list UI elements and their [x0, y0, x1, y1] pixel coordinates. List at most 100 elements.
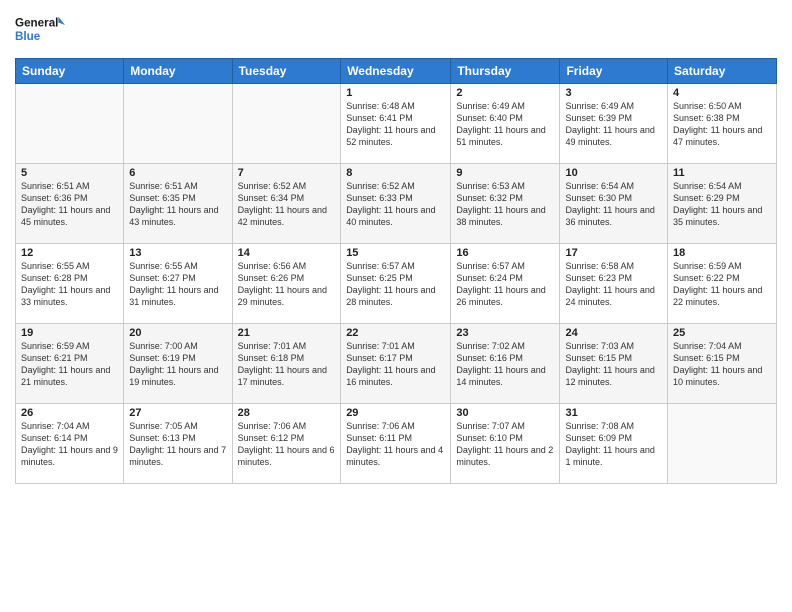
day-info: Sunrise: 7:04 AM Sunset: 6:14 PM Dayligh… — [21, 420, 118, 469]
week-row-4: 19Sunrise: 6:59 AM Sunset: 6:21 PM Dayli… — [16, 324, 777, 404]
day-number: 1 — [346, 87, 445, 99]
calendar-cell: 18Sunrise: 6:59 AM Sunset: 6:22 PM Dayli… — [668, 244, 777, 324]
calendar-cell: 31Sunrise: 7:08 AM Sunset: 6:09 PM Dayli… — [560, 404, 668, 484]
day-info: Sunrise: 6:57 AM Sunset: 6:25 PM Dayligh… — [346, 260, 445, 309]
calendar-cell: 2Sunrise: 6:49 AM Sunset: 6:40 PM Daylig… — [451, 84, 560, 164]
col-header-friday: Friday — [560, 59, 668, 84]
day-info: Sunrise: 6:51 AM Sunset: 6:36 PM Dayligh… — [21, 180, 118, 229]
day-number: 4 — [673, 87, 771, 99]
svg-text:General: General — [15, 17, 58, 30]
calendar-cell: 29Sunrise: 7:06 AM Sunset: 6:11 PM Dayli… — [341, 404, 451, 484]
day-number: 25 — [673, 327, 771, 339]
col-header-wednesday: Wednesday — [341, 59, 451, 84]
calendar-cell: 13Sunrise: 6:55 AM Sunset: 6:27 PM Dayli… — [124, 244, 232, 324]
day-info: Sunrise: 6:49 AM Sunset: 6:40 PM Dayligh… — [456, 100, 554, 149]
day-info: Sunrise: 7:06 AM Sunset: 6:11 PM Dayligh… — [346, 420, 445, 469]
day-info: Sunrise: 6:50 AM Sunset: 6:38 PM Dayligh… — [673, 100, 771, 149]
calendar-cell: 25Sunrise: 7:04 AM Sunset: 6:15 PM Dayli… — [668, 324, 777, 404]
calendar-cell: 30Sunrise: 7:07 AM Sunset: 6:10 PM Dayli… — [451, 404, 560, 484]
day-number: 31 — [565, 407, 662, 419]
day-number: 15 — [346, 247, 445, 259]
day-info: Sunrise: 6:59 AM Sunset: 6:21 PM Dayligh… — [21, 340, 118, 389]
day-number: 19 — [21, 327, 118, 339]
calendar-cell: 17Sunrise: 6:58 AM Sunset: 6:23 PM Dayli… — [560, 244, 668, 324]
calendar-cell: 20Sunrise: 7:00 AM Sunset: 6:19 PM Dayli… — [124, 324, 232, 404]
day-info: Sunrise: 6:54 AM Sunset: 6:30 PM Dayligh… — [565, 180, 662, 229]
calendar-cell: 6Sunrise: 6:51 AM Sunset: 6:35 PM Daylig… — [124, 164, 232, 244]
calendar-cell: 26Sunrise: 7:04 AM Sunset: 6:14 PM Dayli… — [16, 404, 124, 484]
day-number: 3 — [565, 87, 662, 99]
calendar-cell — [232, 84, 341, 164]
day-info: Sunrise: 6:54 AM Sunset: 6:29 PM Dayligh… — [673, 180, 771, 229]
calendar-cell: 16Sunrise: 6:57 AM Sunset: 6:24 PM Dayli… — [451, 244, 560, 324]
day-number: 9 — [456, 167, 554, 179]
day-number: 5 — [21, 167, 118, 179]
day-info: Sunrise: 7:07 AM Sunset: 6:10 PM Dayligh… — [456, 420, 554, 469]
day-number: 13 — [129, 247, 226, 259]
page-header: General Blue — [15, 10, 777, 50]
calendar-cell — [16, 84, 124, 164]
day-info: Sunrise: 6:56 AM Sunset: 6:26 PM Dayligh… — [238, 260, 336, 309]
day-number: 24 — [565, 327, 662, 339]
day-number: 21 — [238, 327, 336, 339]
calendar-cell: 3Sunrise: 6:49 AM Sunset: 6:39 PM Daylig… — [560, 84, 668, 164]
day-number: 8 — [346, 167, 445, 179]
day-info: Sunrise: 6:57 AM Sunset: 6:24 PM Dayligh… — [456, 260, 554, 309]
calendar-cell: 1Sunrise: 6:48 AM Sunset: 6:41 PM Daylig… — [341, 84, 451, 164]
col-header-thursday: Thursday — [451, 59, 560, 84]
day-info: Sunrise: 6:55 AM Sunset: 6:27 PM Dayligh… — [129, 260, 226, 309]
logo: General Blue — [15, 10, 65, 50]
day-number: 11 — [673, 167, 771, 179]
calendar-cell: 14Sunrise: 6:56 AM Sunset: 6:26 PM Dayli… — [232, 244, 341, 324]
calendar-cell — [668, 404, 777, 484]
day-number: 30 — [456, 407, 554, 419]
calendar-cell: 15Sunrise: 6:57 AM Sunset: 6:25 PM Dayli… — [341, 244, 451, 324]
calendar-cell: 19Sunrise: 6:59 AM Sunset: 6:21 PM Dayli… — [16, 324, 124, 404]
day-number: 22 — [346, 327, 445, 339]
week-row-1: 1Sunrise: 6:48 AM Sunset: 6:41 PM Daylig… — [16, 84, 777, 164]
day-number: 2 — [456, 87, 554, 99]
day-info: Sunrise: 6:51 AM Sunset: 6:35 PM Dayligh… — [129, 180, 226, 229]
calendar-cell: 22Sunrise: 7:01 AM Sunset: 6:17 PM Dayli… — [341, 324, 451, 404]
day-number: 10 — [565, 167, 662, 179]
calendar-cell: 11Sunrise: 6:54 AM Sunset: 6:29 PM Dayli… — [668, 164, 777, 244]
day-number: 7 — [238, 167, 336, 179]
day-info: Sunrise: 6:49 AM Sunset: 6:39 PM Dayligh… — [565, 100, 662, 149]
calendar-cell: 5Sunrise: 6:51 AM Sunset: 6:36 PM Daylig… — [16, 164, 124, 244]
col-header-sunday: Sunday — [16, 59, 124, 84]
day-number: 20 — [129, 327, 226, 339]
day-number: 27 — [129, 407, 226, 419]
day-info: Sunrise: 7:01 AM Sunset: 6:17 PM Dayligh… — [346, 340, 445, 389]
week-row-2: 5Sunrise: 6:51 AM Sunset: 6:36 PM Daylig… — [16, 164, 777, 244]
day-info: Sunrise: 7:05 AM Sunset: 6:13 PM Dayligh… — [129, 420, 226, 469]
calendar-cell: 10Sunrise: 6:54 AM Sunset: 6:30 PM Dayli… — [560, 164, 668, 244]
day-number: 23 — [456, 327, 554, 339]
col-header-tuesday: Tuesday — [232, 59, 341, 84]
day-info: Sunrise: 6:52 AM Sunset: 6:34 PM Dayligh… — [238, 180, 336, 229]
day-info: Sunrise: 7:01 AM Sunset: 6:18 PM Dayligh… — [238, 340, 336, 389]
day-info: Sunrise: 6:59 AM Sunset: 6:22 PM Dayligh… — [673, 260, 771, 309]
day-number: 29 — [346, 407, 445, 419]
day-info: Sunrise: 7:03 AM Sunset: 6:15 PM Dayligh… — [565, 340, 662, 389]
calendar-table: SundayMondayTuesdayWednesdayThursdayFrid… — [15, 58, 777, 484]
day-number: 16 — [456, 247, 554, 259]
day-number: 14 — [238, 247, 336, 259]
week-row-3: 12Sunrise: 6:55 AM Sunset: 6:28 PM Dayli… — [16, 244, 777, 324]
calendar-cell: 4Sunrise: 6:50 AM Sunset: 6:38 PM Daylig… — [668, 84, 777, 164]
calendar-cell: 24Sunrise: 7:03 AM Sunset: 6:15 PM Dayli… — [560, 324, 668, 404]
day-number: 18 — [673, 247, 771, 259]
calendar-header-row: SundayMondayTuesdayWednesdayThursdayFrid… — [16, 59, 777, 84]
calendar-cell: 12Sunrise: 6:55 AM Sunset: 6:28 PM Dayli… — [16, 244, 124, 324]
day-info: Sunrise: 6:52 AM Sunset: 6:33 PM Dayligh… — [346, 180, 445, 229]
calendar-cell: 9Sunrise: 6:53 AM Sunset: 6:32 PM Daylig… — [451, 164, 560, 244]
col-header-saturday: Saturday — [668, 59, 777, 84]
day-number: 28 — [238, 407, 336, 419]
logo-svg: General Blue — [15, 10, 65, 50]
day-info: Sunrise: 6:53 AM Sunset: 6:32 PM Dayligh… — [456, 180, 554, 229]
calendar-cell: 21Sunrise: 7:01 AM Sunset: 6:18 PM Dayli… — [232, 324, 341, 404]
calendar-cell: 27Sunrise: 7:05 AM Sunset: 6:13 PM Dayli… — [124, 404, 232, 484]
day-info: Sunrise: 7:00 AM Sunset: 6:19 PM Dayligh… — [129, 340, 226, 389]
day-info: Sunrise: 6:55 AM Sunset: 6:28 PM Dayligh… — [21, 260, 118, 309]
calendar-cell: 23Sunrise: 7:02 AM Sunset: 6:16 PM Dayli… — [451, 324, 560, 404]
calendar-cell: 7Sunrise: 6:52 AM Sunset: 6:34 PM Daylig… — [232, 164, 341, 244]
